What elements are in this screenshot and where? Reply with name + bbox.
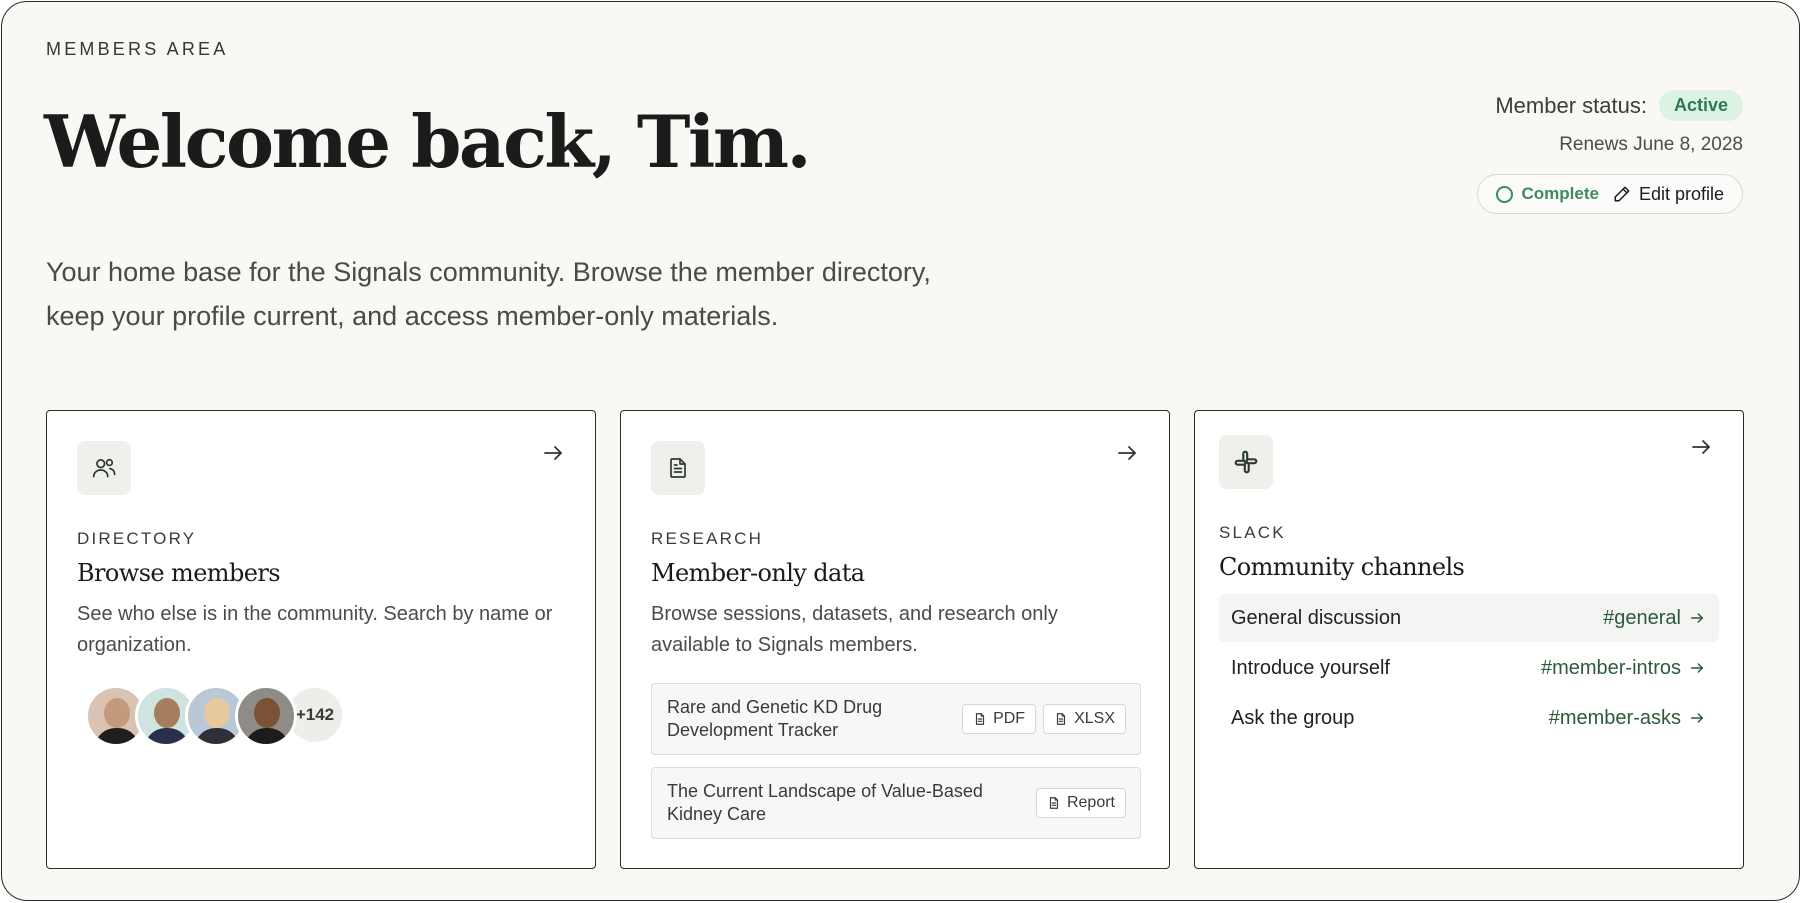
card-title: Member-only data xyxy=(651,559,865,587)
status-label: Member status: xyxy=(1495,92,1647,118)
arrow-right-icon[interactable] xyxy=(1115,441,1139,465)
arrow-right-icon[interactable] xyxy=(541,441,565,465)
file-icon xyxy=(1049,797,1059,809)
section-eyebrow: MEMBERS AREA xyxy=(46,39,229,59)
card-kicker: RESEARCH xyxy=(651,529,764,548)
research-card[interactable]: RESEARCH Member-only data Browse session… xyxy=(620,410,1170,869)
card-kicker: SLACK xyxy=(1219,523,1286,542)
channel-name: General discussion xyxy=(1231,606,1402,629)
member-status: Member status: Active xyxy=(1495,90,1743,121)
pencil-icon xyxy=(1614,186,1630,202)
card-kicker: DIRECTORY xyxy=(77,529,197,548)
edit-profile-button[interactable]: Complete Edit profile xyxy=(1477,174,1743,214)
channel-name: Introduce yourself xyxy=(1231,656,1390,679)
channel-tag: #member-asks xyxy=(1549,707,1705,730)
arrow-right-icon[interactable] xyxy=(1689,435,1713,459)
channel-row-general[interactable]: General discussion #general xyxy=(1219,594,1719,642)
card-title: Community channels xyxy=(1219,553,1465,581)
profile-complete-icon xyxy=(1496,185,1514,203)
slack-icon xyxy=(1219,435,1273,489)
intro-line-2: keep your profile current, and access me… xyxy=(46,301,779,331)
file-name: Rare and Genetic KD Drug Development Tra… xyxy=(667,697,883,740)
format-label: XLSX xyxy=(1074,710,1115,727)
channel-tag: #member-intros xyxy=(1541,657,1705,680)
channel-name: Ask the group xyxy=(1231,706,1355,729)
channel-tag: #general xyxy=(1603,607,1705,630)
members-area-panel: MEMBERS AREA Welcome back, Tim. Your hom… xyxy=(1,1,1800,901)
file-name: The Current Landscape of Value-Based Kid… xyxy=(667,781,983,824)
download-pdf-button[interactable]: PDF xyxy=(962,704,1037,734)
arrow-right-icon xyxy=(1690,713,1704,723)
open-report-button[interactable]: Report xyxy=(1035,788,1126,818)
profile-status-text: Complete xyxy=(1521,184,1599,203)
file-icon xyxy=(1056,713,1066,725)
card-description: Browse sessions, datasets, and research … xyxy=(651,603,1058,656)
directory-card[interactable]: DIRECTORY Browse members See who else is… xyxy=(46,410,596,869)
channel-tag-text: #general xyxy=(1603,606,1681,629)
format-label: Report xyxy=(1066,794,1115,811)
intro-text: Your home base for the Signals community… xyxy=(46,250,1046,338)
status-badge: Active xyxy=(1658,90,1743,121)
avatar xyxy=(235,685,297,747)
arrow-right-icon xyxy=(1690,613,1704,623)
channel-row-member-intros[interactable]: Introduce yourself #member-intros xyxy=(1219,644,1719,692)
edit-profile-label: Edit profile xyxy=(1638,183,1724,204)
card-title: Browse members xyxy=(77,559,281,587)
file-icon xyxy=(975,713,985,725)
intro-line-1: Your home base for the Signals community… xyxy=(46,257,931,287)
users-icon xyxy=(77,441,131,495)
card-description: See who else is in the community. Search… xyxy=(77,603,553,656)
format-label: PDF xyxy=(993,710,1026,727)
page-title: Welcome back, Tim. xyxy=(44,99,812,184)
file-item[interactable]: The Current Landscape of Value-Based Kid… xyxy=(651,767,1141,839)
channel-row-member-asks[interactable]: Ask the group #member-asks xyxy=(1219,694,1719,742)
download-xlsx-button[interactable]: XLSX xyxy=(1043,704,1126,734)
member-avatars[interactable]: +142 xyxy=(85,685,345,747)
channel-tag-text: #member-intros xyxy=(1540,656,1681,679)
document-icon xyxy=(651,441,705,495)
arrow-right-icon xyxy=(1690,663,1704,673)
file-item[interactable]: Rare and Genetic KD Drug Development Tra… xyxy=(651,683,1141,755)
slack-card[interactable]: SLACK Community channels General discuss… xyxy=(1194,410,1744,869)
renewal-date: Renews June 8, 2028 xyxy=(1559,134,1743,155)
channel-tag-text: #member-asks xyxy=(1548,706,1681,729)
